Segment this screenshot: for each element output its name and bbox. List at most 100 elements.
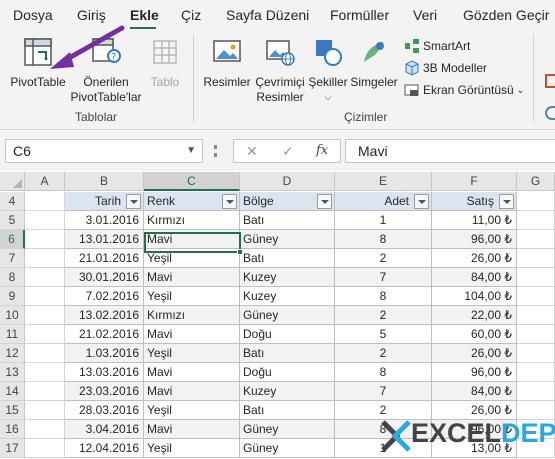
table-cell-tarih[interactable]: 7.02.2016 [65,287,144,306]
column-header-e[interactable]: E [335,172,432,191]
select-all-button[interactable] [0,172,25,191]
table-cell-bolge[interactable]: Kuzey [240,287,335,306]
row-header[interactable]: 5 [0,211,25,230]
table-cell-bolge[interactable]: Kuzey [240,268,335,287]
table-cell-tarih[interactable]: 1.03.2016 [65,344,144,363]
row-header[interactable]: 7 [0,249,25,268]
table-cell-renk[interactable]: Kırmızı [144,211,240,230]
table-button[interactable]: Tablo [145,36,185,90]
table-cell-bolge[interactable]: Güney [240,420,335,439]
table-cell-renk[interactable]: Yeşil [144,287,240,306]
shapes-button[interactable]: Şekiller ⌵ [307,36,349,105]
row-header[interactable]: 4 [0,192,25,211]
table-cell-tarih[interactable]: 21.02.2016 [65,325,144,344]
fill-handle[interactable] [237,249,243,255]
cell[interactable] [517,325,555,344]
row-header[interactable]: 17 [0,439,25,458]
table-cell-satis[interactable]: 104,00 ₺ [432,287,517,306]
row-header[interactable]: 13 [0,363,25,382]
name-box[interactable]: C6 ▼ [5,139,203,163]
filter-dropdown-icon[interactable] [126,194,141,209]
table-cell-satis[interactable]: 26,00 ₺ [432,344,517,363]
filter-dropdown-icon[interactable] [222,194,237,209]
column-header-f[interactable]: F [432,172,517,191]
online-pictures-button[interactable]: Çevrimiçi Resimler [252,36,308,105]
3d-models-button[interactable]: 3B Modeller [404,60,487,76]
table-cell-satis[interactable]: 26,00 ₺ [432,249,517,268]
cell[interactable] [517,249,555,268]
cell[interactable] [517,230,555,249]
column-header-g[interactable]: G [517,172,555,191]
cell[interactable] [25,192,65,211]
table-cell-satis[interactable]: 11,00 ₺ [432,211,517,230]
table-cell-renk[interactable]: Mavi [144,382,240,401]
table-cell-renk[interactable]: Mavi [144,268,240,287]
table-cell-adet[interactable]: 2 [335,249,432,268]
table-cell-adet[interactable]: 5 [335,325,432,344]
cell[interactable] [25,344,65,363]
cell[interactable] [25,211,65,230]
filter-dropdown-icon[interactable] [414,194,429,209]
table-cell-tarih[interactable]: 13.01.2016 [65,230,144,249]
table-cell-bolge[interactable]: Batı [240,211,335,230]
cell[interactable] [25,325,65,344]
cell[interactable] [25,420,65,439]
cell[interactable] [25,306,65,325]
table-cell-adet[interactable]: 2 [335,344,432,363]
table-cell-renk[interactable]: Yeşil [144,439,240,458]
cell[interactable] [25,401,65,420]
cell[interactable] [517,344,555,363]
table-cell-tarih[interactable]: 28.03.2016 [65,401,144,420]
table-cell-adet[interactable]: 8 [335,363,432,382]
table-cell-renk[interactable]: Mavi [144,420,240,439]
smartart-button[interactable]: SmartArt [404,38,470,54]
formula-input[interactable]: Mavi [345,139,555,163]
cell[interactable] [517,287,555,306]
table-cell-satis[interactable]: 84,00 ₺ [432,382,517,401]
table-cell-tarih[interactable]: 21.01.2016 [65,249,144,268]
table-cell-satis[interactable]: 22,00 ₺ [432,306,517,325]
cell[interactable] [25,363,65,382]
chevron-down-icon[interactable]: ▼ [186,145,196,156]
table-cell-satis[interactable]: 84,00 ₺ [432,268,517,287]
column-header-b[interactable]: B [65,172,144,191]
column-header-a[interactable]: A [25,172,65,191]
cell[interactable] [517,363,555,382]
table-cell-renk[interactable]: Mavi [144,325,240,344]
screenshot-button[interactable]: Ekran Görüntüsü ⌄ [404,82,524,98]
cell[interactable] [25,439,65,458]
cancel-icon[interactable]: ✕ [246,143,258,160]
row-header[interactable]: 12 [0,344,25,363]
table-cell-adet[interactable]: 1 [335,211,432,230]
cell[interactable] [517,306,555,325]
table-cell-satis[interactable]: 96,00 ₺ [432,363,517,382]
filter-dropdown-icon[interactable] [317,194,332,209]
confirm-icon[interactable]: ✓ [282,143,294,160]
cell[interactable] [517,192,555,211]
filter-dropdown-icon[interactable] [499,194,514,209]
table-cell-bolge[interactable]: Batı [240,401,335,420]
table-cell-renk[interactable]: Mavi [144,363,240,382]
row-header[interactable]: 15 [0,401,25,420]
cell[interactable] [25,230,65,249]
table-cell-adet[interactable]: 7 [335,382,432,401]
tab-giris[interactable]: Giriş [77,7,106,23]
table-cell-bolge[interactable]: Güney [240,439,335,458]
row-header[interactable]: 10 [0,306,25,325]
resimler-button[interactable]: Resimler [203,36,251,90]
cell[interactable] [25,382,65,401]
table-cell-tarih[interactable]: 30.01.2016 [65,268,144,287]
icons-button[interactable]: Simgeler [350,36,398,90]
table-cell-adet[interactable]: 7 [335,268,432,287]
table-cell-bolge[interactable]: Doğu [240,325,335,344]
row-header[interactable]: 8 [0,268,25,287]
table-cell-tarih[interactable]: 3.04.2016 [65,420,144,439]
table-cell-satis[interactable]: 96,00 ₺ [432,230,517,249]
addins-icon[interactable] [545,74,555,88]
cell[interactable] [517,211,555,230]
cell[interactable] [25,249,65,268]
row-header[interactable]: 11 [0,325,25,344]
table-cell-bolge[interactable]: Güney [240,230,335,249]
row-header[interactable]: 9 [0,287,25,306]
tab-sayfa-duzeni[interactable]: Sayfa Düzeni [226,7,309,23]
